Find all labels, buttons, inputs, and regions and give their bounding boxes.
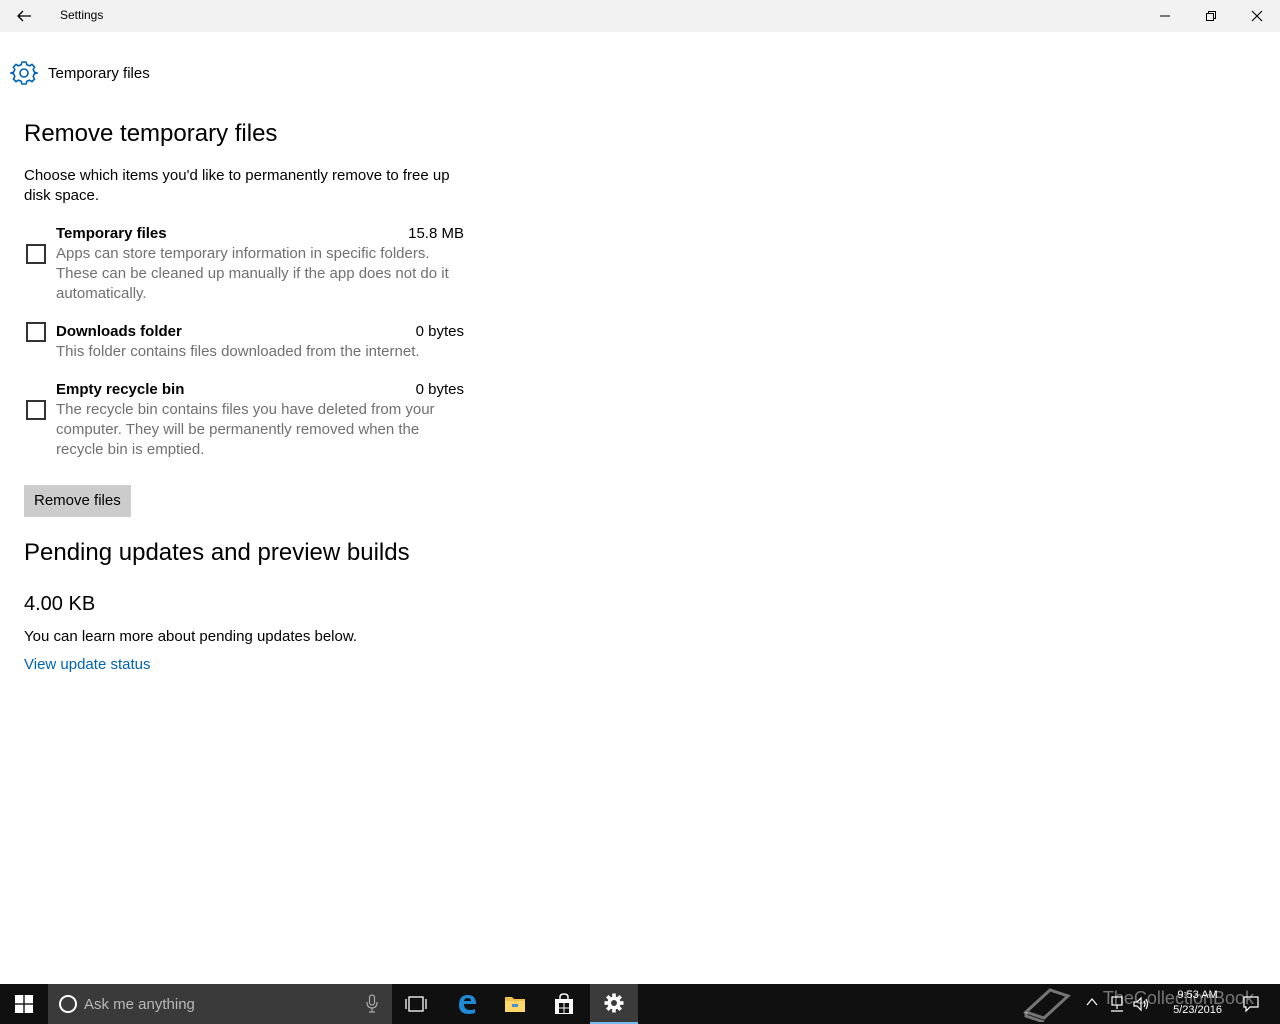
- minimize-button[interactable]: [1142, 0, 1188, 32]
- settings-taskbar-button[interactable]: [590, 984, 638, 1024]
- list-item-temporary-files: Temporary files 15.8 MB Apps can store t…: [24, 224, 464, 304]
- action-center-icon[interactable]: [1242, 995, 1260, 1013]
- edge-button[interactable]: [443, 984, 491, 1024]
- page-title: Temporary files: [48, 64, 150, 82]
- back-arrow-icon: [17, 10, 31, 22]
- item-name: Downloads folder: [56, 323, 182, 340]
- search-placeholder: Ask me anything: [84, 995, 195, 1013]
- task-view-icon: [405, 996, 427, 1012]
- system-tray: TheCollectionBook 9:53 AM 5/23/2016: [1020, 984, 1280, 1024]
- store-button[interactable]: [540, 984, 588, 1024]
- edge-browser-icon: [459, 995, 476, 1014]
- title-bar: Settings: [0, 0, 1280, 32]
- chevron-up-icon[interactable]: [1086, 997, 1098, 1007]
- item-description: Apps can store temporary information in …: [56, 245, 449, 302]
- search-box[interactable]: Ask me anything: [48, 984, 392, 1024]
- clock-time: 9:53 AM: [1177, 989, 1218, 1001]
- pending-section: Pending updates and preview builds 4.00 …: [24, 537, 464, 675]
- temporary-files-checkbox[interactable]: [26, 244, 46, 264]
- clock-date: 5/23/2016: [1173, 1004, 1222, 1016]
- item-description: The recycle bin contains files you have …: [56, 401, 435, 458]
- empty-recycle-bin-checkbox[interactable]: [26, 400, 46, 420]
- windows-logo-icon: [15, 995, 33, 1013]
- remove-files-button[interactable]: Remove files: [24, 485, 131, 517]
- back-button[interactable]: [0, 0, 48, 32]
- pending-description: You can learn more about pending updates…: [24, 628, 358, 645]
- start-button[interactable]: [0, 984, 48, 1024]
- list-item-downloads-folder: Downloads folder 0 bytes This folder con…: [24, 322, 464, 362]
- taskbar: Ask me anything TheCollectionBook 9:53 A…: [0, 984, 1280, 1024]
- close-icon: [1251, 10, 1263, 22]
- cortana-icon: [59, 995, 77, 1013]
- view-update-status-link[interactable]: View update status: [24, 655, 464, 675]
- book-watermark-icon: [1023, 988, 1071, 1022]
- window-title: Settings: [60, 8, 104, 22]
- item-name: Temporary files: [56, 225, 167, 242]
- network-icon[interactable]: [1108, 995, 1126, 1013]
- remove-section-description: Choose which items you'd like to permane…: [24, 167, 450, 204]
- file-explorer-button[interactable]: [491, 984, 539, 1024]
- close-button[interactable]: [1234, 0, 1280, 32]
- list-item-empty-recycle-bin: Empty recycle bin 0 bytes The recycle bi…: [24, 380, 464, 460]
- item-size: 15.8 MB: [408, 225, 464, 242]
- item-size: 0 bytes: [415, 381, 464, 398]
- task-view-button[interactable]: [392, 984, 440, 1024]
- item-description: This folder contains files downloaded fr…: [56, 343, 420, 360]
- minimize-icon: [1160, 15, 1170, 17]
- main-content: Remove temporary files Choose which item…: [24, 118, 464, 675]
- settings-gear-icon: [604, 993, 624, 1013]
- clock[interactable]: 9:53 AM 5/23/2016: [1173, 988, 1222, 1018]
- remove-section-title: Remove temporary files: [24, 120, 278, 147]
- pending-section-title: Pending updates and preview builds: [24, 539, 410, 566]
- microphone-icon[interactable]: [366, 994, 378, 1014]
- restore-icon: [1206, 11, 1216, 21]
- item-size: 0 bytes: [415, 323, 464, 340]
- restore-button[interactable]: [1188, 0, 1234, 32]
- folder-icon: [505, 997, 525, 1012]
- page-header: Temporary files: [10, 58, 150, 88]
- pending-size: 4.00 KB: [24, 593, 96, 615]
- gear-icon: [10, 61, 38, 85]
- downloads-folder-checkbox[interactable]: [26, 322, 46, 342]
- item-name: Empty recycle bin: [56, 381, 185, 398]
- volume-icon[interactable]: [1132, 995, 1150, 1013]
- store-bag-icon: [555, 993, 573, 1014]
